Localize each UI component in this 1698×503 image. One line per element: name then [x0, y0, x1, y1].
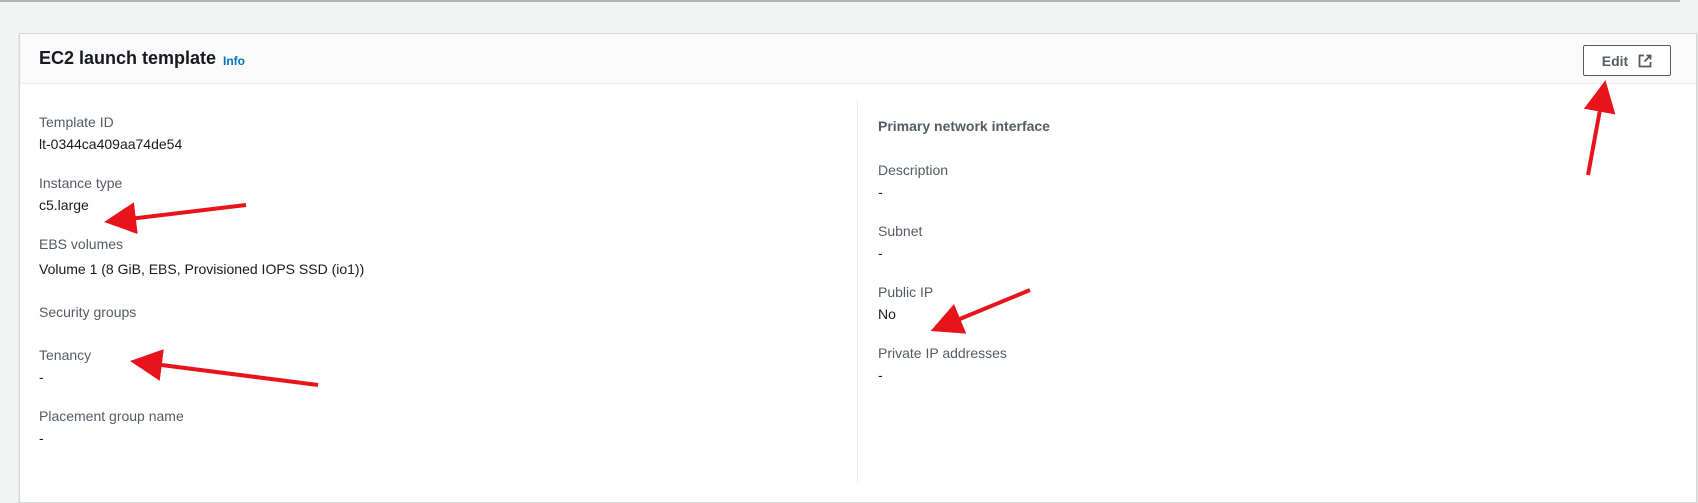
ec2-launch-template-panel: EC2 launch template Info Edit Template I…: [19, 33, 1697, 503]
instance-type-label: Instance type: [39, 175, 123, 191]
instance-type-value: c5.large: [39, 197, 89, 213]
ebs-volumes-label: EBS volumes: [39, 236, 124, 252]
tenancy-label: Tenancy: [39, 347, 92, 363]
tenancy-value: -: [39, 369, 44, 385]
panel-title: EC2 launch template: [39, 48, 217, 68]
subnet-label: Subnet: [878, 223, 923, 239]
security-groups-label: Security groups: [39, 304, 137, 320]
edit-button[interactable]: Edit: [1583, 45, 1671, 76]
page-top-border: [0, 0, 1680, 2]
description-label: Description: [878, 162, 949, 178]
info-link[interactable]: Info: [223, 54, 245, 68]
panel-header: EC2 launch template Info Edit: [20, 34, 1696, 84]
template-id-label: Template ID: [39, 114, 114, 130]
placement-group-label: Placement group name: [39, 408, 184, 424]
private-ip-label: Private IP addresses: [878, 345, 1007, 361]
primary-network-interface-heading: Primary network interface: [878, 118, 1050, 134]
public-ip-label: Public IP: [878, 284, 934, 300]
description-value: -: [878, 184, 883, 200]
column-divider: [857, 100, 858, 483]
private-ip-value: -: [878, 367, 883, 383]
template-id-value: lt-0344ca409aa74de54: [39, 136, 183, 152]
external-link-icon: [1638, 54, 1652, 68]
placement-group-value: -: [39, 430, 44, 446]
edit-button-label: Edit: [1601, 52, 1629, 69]
public-ip-value: No: [878, 306, 896, 322]
ebs-volumes-value: Volume 1 (8 GiB, EBS, Provisioned IOPS S…: [39, 261, 365, 277]
subnet-value: -: [878, 245, 883, 261]
